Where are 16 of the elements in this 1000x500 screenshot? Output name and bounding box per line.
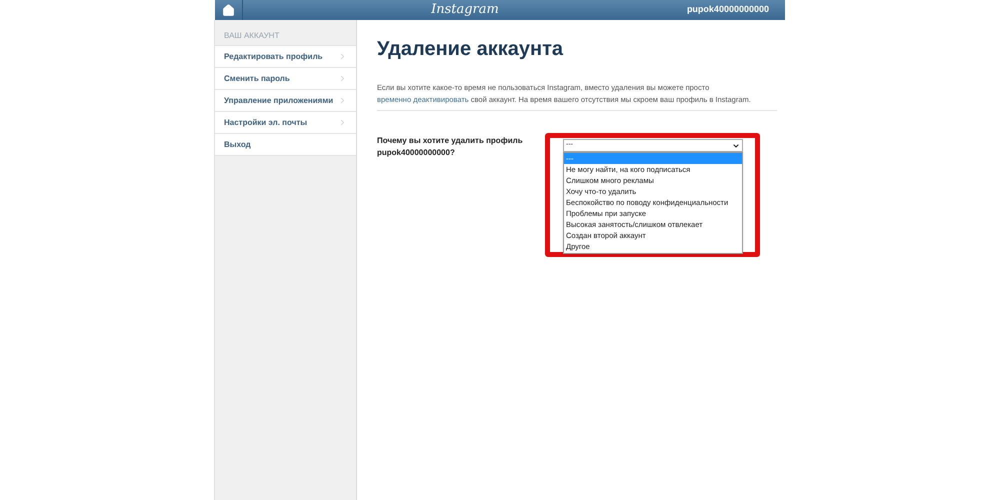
sidebar-item[interactable]: Сменить пароль	[215, 67, 356, 89]
chevron-icon	[338, 52, 347, 61]
dropdown-caret-icon	[732, 142, 740, 150]
question-label: Почему вы хотите удалить профиль pupok40000000000?	[377, 135, 524, 159]
sidebar-item[interactable]: Управление приложениями	[215, 89, 356, 111]
page-title: Удаление аккаунта	[377, 37, 564, 62]
home-icon	[222, 4, 235, 16]
chevron-icon	[338, 118, 347, 127]
logo[interactable]: Instagram	[431, 0, 499, 20]
chevron-icon	[338, 74, 347, 83]
username[interactable]: pupok40000000000	[686, 3, 785, 17]
sidebar-heading: ВАШ АККАУНТ	[223, 30, 280, 42]
sidebar-item[interactable]: Выход	[215, 133, 356, 155]
chevron-icon	[338, 96, 347, 105]
sidebar-item[interactable]: Редактировать профиль	[215, 45, 356, 67]
sidebar-item[interactable]: Настройки эл. почты	[215, 111, 356, 133]
